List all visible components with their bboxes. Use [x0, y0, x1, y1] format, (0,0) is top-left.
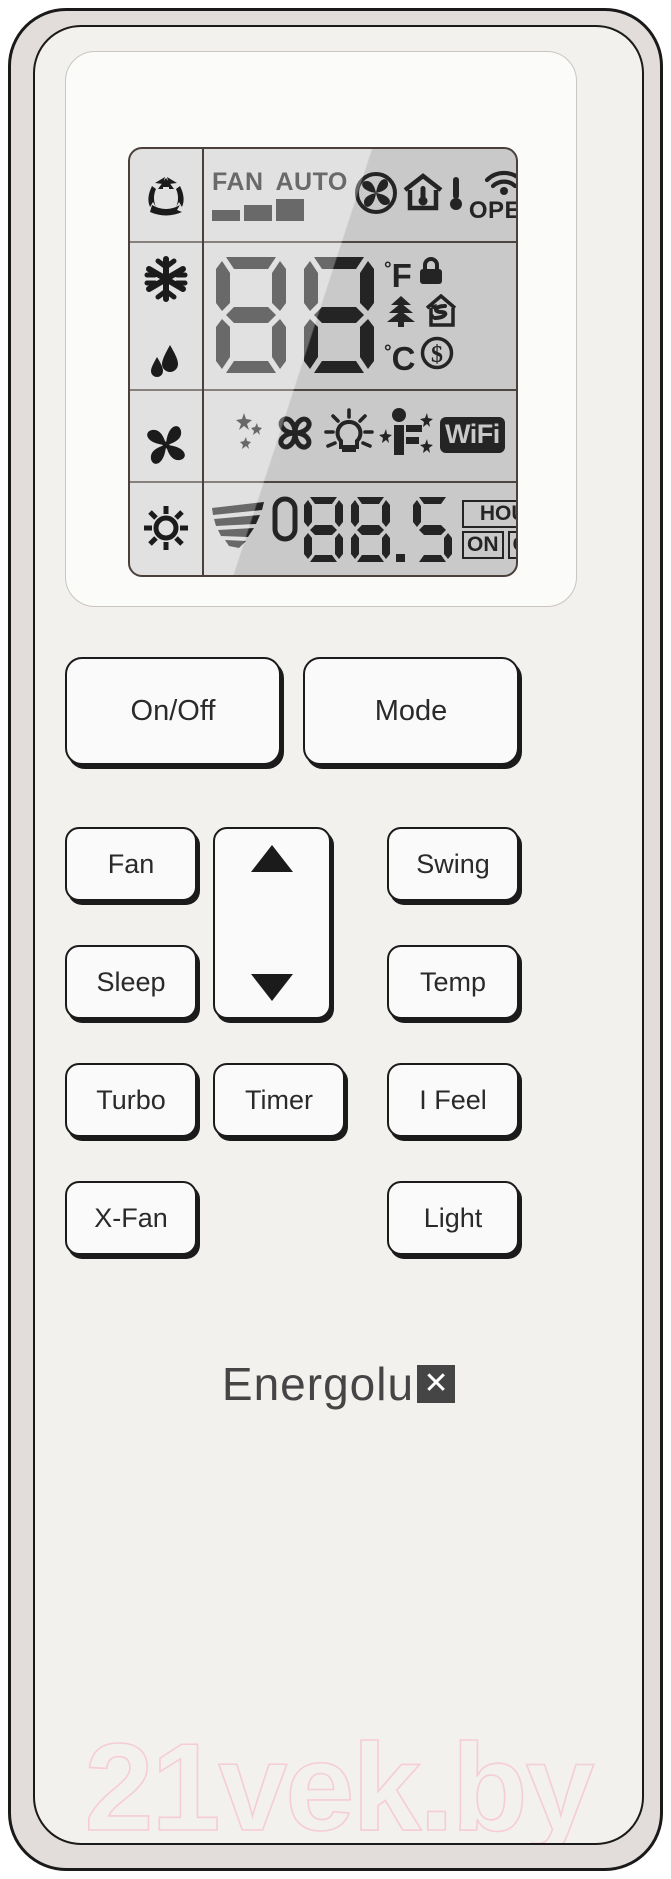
- oper-label: OPER: [468, 196, 516, 224]
- lcd-status-indicators: FAN AUTO OP: [208, 149, 516, 241]
- light-button[interactable]: Light: [387, 1181, 519, 1255]
- fan-bar-1: [212, 209, 240, 221]
- mode-button[interactable]: Mode: [303, 657, 519, 765]
- lcd-temperature-area: °F °C $: [204, 241, 516, 389]
- xfan-button[interactable]: X-Fan: [65, 1181, 197, 1255]
- fahrenheit-label: °F: [384, 257, 412, 294]
- lock-icon: [417, 256, 445, 291]
- timer-decimal-point: [396, 554, 405, 562]
- remote-front-panel: FAN AUTO OP °F °C $ WiFi HO ON On/Off Mo…: [33, 25, 644, 1845]
- house-thermometer-icon: [402, 172, 444, 219]
- brand-name: Energolu: [221, 1358, 415, 1410]
- onoff-button[interactable]: On/Off: [65, 657, 281, 765]
- i-feel-icon: [379, 407, 435, 464]
- dry-droplets-icon: [140, 333, 192, 391]
- timer-badges: HOUR ON OFF: [462, 499, 516, 559]
- fan-blade-icon: [354, 171, 398, 220]
- timer-value: [272, 494, 454, 564]
- down-arrow-icon[interactable]: [251, 974, 293, 1001]
- brand-x-mark: ✕: [417, 1365, 456, 1403]
- timer-digit: [351, 497, 390, 562]
- celsius-label: °C: [384, 339, 416, 377]
- lcd-timer-area: HOUR ON OFF: [204, 481, 516, 575]
- off-badge: OFF: [507, 530, 516, 559]
- heat-sun-icon: [140, 499, 192, 557]
- oper-indicator: OPER: [468, 169, 516, 224]
- timer-digit: [272, 496, 298, 542]
- timer-digit: [413, 497, 452, 562]
- auto-mode-icon: [140, 167, 192, 225]
- timer-digit: [304, 497, 343, 562]
- remote-control-body: FAN AUTO OP °F °C $ WiFi HO ON On/Off Mo…: [8, 8, 663, 1871]
- hour-badge: HOUR: [462, 499, 516, 528]
- fan-button[interactable]: Fan: [65, 827, 197, 901]
- wifi-arc-icon: [483, 169, 516, 200]
- fan-bar-2: [244, 204, 272, 221]
- timer-button[interactable]: Timer: [213, 1063, 345, 1137]
- fan-speed-bars: [212, 198, 304, 221]
- turbo-button[interactable]: Turbo: [65, 1063, 197, 1137]
- house-airflow-icon: [423, 293, 459, 333]
- temp-button[interactable]: Temp: [387, 945, 519, 1019]
- lcd-option-indicators: WiFi: [204, 389, 516, 481]
- lcd-bezel: FAN AUTO OP °F °C $ WiFi HO ON: [65, 51, 577, 607]
- seven-segment-digit: [304, 257, 374, 373]
- light-bulb-icon: [324, 407, 374, 463]
- swing-rays-icon: [208, 500, 268, 559]
- lcd-mode-column: [130, 149, 204, 575]
- seven-segment-digit: [216, 257, 286, 373]
- site-watermark: 21vek.by: [84, 1718, 596, 1845]
- auto-label: AUTO: [275, 167, 348, 196]
- fan-speed-indicator: FAN AUTO: [212, 167, 348, 221]
- fan-bar-3: [276, 198, 304, 221]
- fan-label: FAN: [212, 167, 264, 196]
- clover-xfan-icon: [271, 409, 319, 462]
- sleep-button[interactable]: Sleep: [65, 945, 197, 1019]
- fan-pinwheel-icon: [140, 416, 192, 474]
- thermometer-icon: [448, 173, 464, 218]
- temperature-rocker[interactable]: [213, 827, 331, 1019]
- temperature-units: °F °C $: [384, 250, 459, 380]
- up-arrow-icon[interactable]: [251, 845, 293, 872]
- lcd-display: FAN AUTO OP °F °C $ WiFi HO ON: [128, 147, 518, 577]
- tree-icon: [384, 294, 418, 333]
- moon-stars-icon: [210, 407, 266, 464]
- on-badge: ON: [462, 530, 504, 559]
- cool-snowflake-icon: [140, 250, 192, 308]
- ifeel-button[interactable]: I Feel: [387, 1063, 519, 1137]
- brand-logo: Energolu ✕: [35, 1357, 642, 1411]
- svg-text:$: $: [431, 342, 443, 368]
- dollar-icon: $: [420, 336, 454, 375]
- temperature-digits: [210, 252, 380, 378]
- swing-button[interactable]: Swing: [387, 827, 519, 901]
- wifi-badge: WiFi: [440, 417, 505, 453]
